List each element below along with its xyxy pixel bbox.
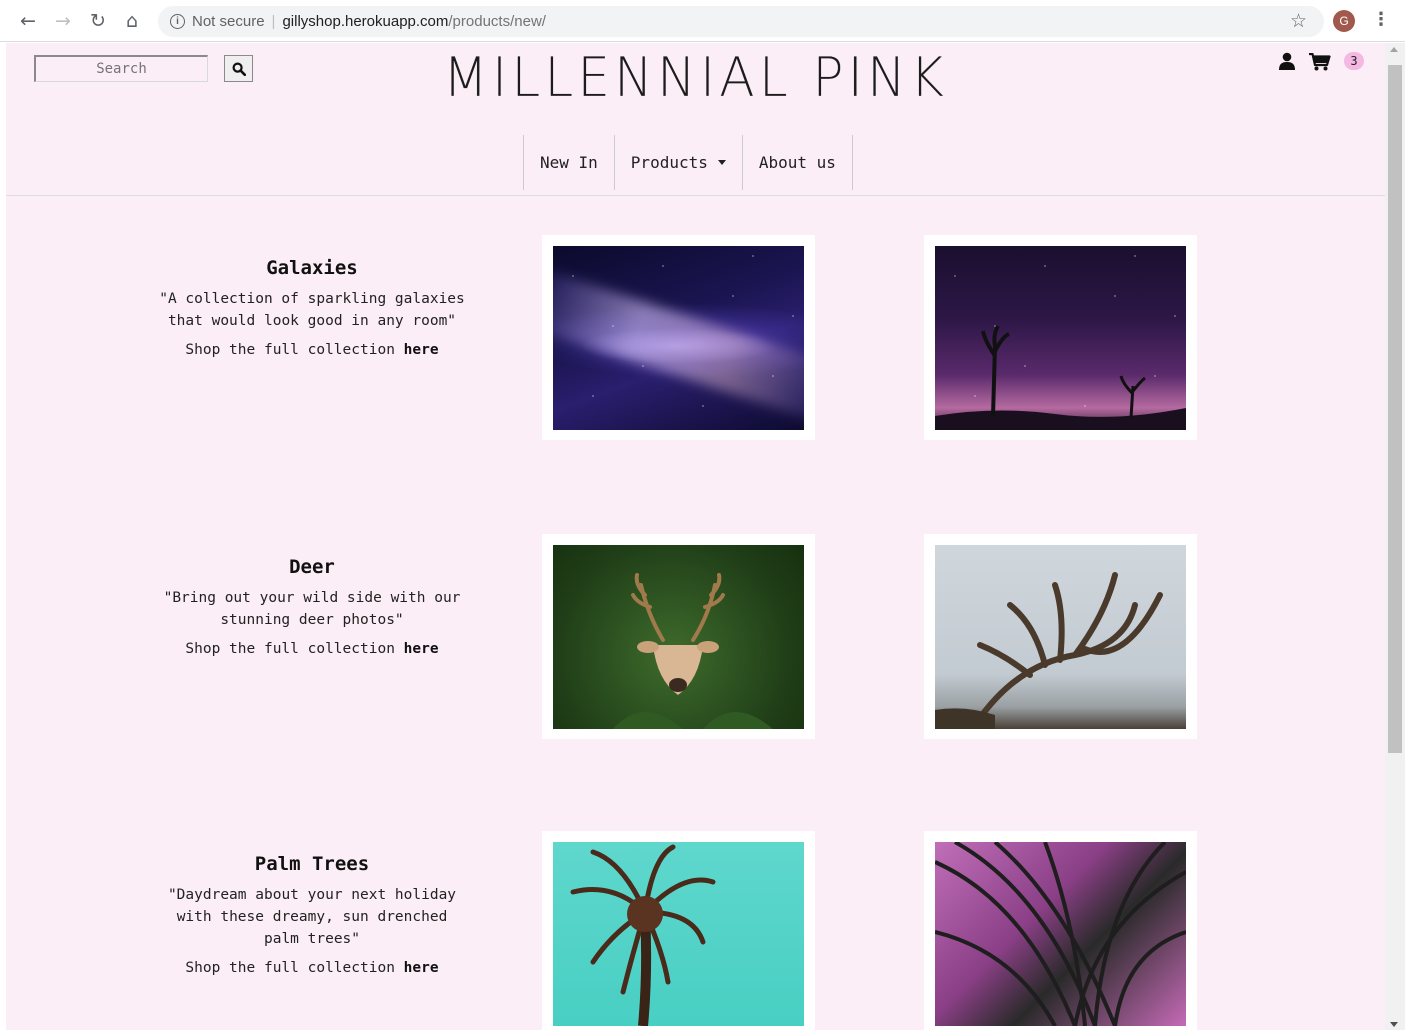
galaxy-milky-way-photo: [553, 246, 804, 430]
shopping-cart-icon[interactable]: [1309, 52, 1331, 75]
header-divider: [6, 195, 1385, 196]
shop-text: Shop the full collection: [185, 641, 395, 657]
security-label: Not secure: [192, 13, 265, 30]
collection-title: Deer: [289, 556, 335, 578]
collection-description: "Bring out your wild side with our stunn…: [163, 590, 461, 628]
product-image-frame[interactable]: [542, 831, 815, 1030]
shop-text: Shop the full collection: [185, 342, 395, 358]
omnibox-separator: |: [271, 13, 276, 30]
caret-down-icon: [717, 160, 726, 165]
menu-kebab-icon[interactable]: ⋮: [1372, 9, 1390, 30]
shop-link[interactable]: here: [404, 342, 439, 358]
url-host: gillyshop.herokuapp.com: [282, 13, 449, 30]
scroll-up-arrow-icon[interactable]: [1390, 47, 1398, 52]
galaxy-joshua-tree-photo: [935, 246, 1186, 430]
scrollbar-thumb[interactable]: [1388, 65, 1402, 753]
site-logo[interactable]: MILLENNIAL PINK: [6, 46, 1385, 109]
palm-tree-sky-photo: [553, 842, 804, 1026]
back-icon[interactable]: ←: [16, 9, 40, 33]
cart-count-badge[interactable]: 3: [1344, 52, 1364, 70]
url-path: /products/new/: [448, 13, 546, 30]
home-icon[interactable]: ⌂: [120, 9, 144, 33]
profile-avatar[interactable]: G: [1333, 10, 1355, 32]
collection-info: Deer "Bring out your wild side with our …: [156, 556, 468, 657]
collection-shop-line: Shop the full collection here: [156, 960, 468, 976]
forward-icon[interactable]: →: [51, 9, 75, 33]
product-image-frame[interactable]: [924, 831, 1197, 1030]
deer-antlers-photo: [935, 545, 1186, 729]
user-account-icon[interactable]: [1278, 52, 1296, 74]
collection-title: Galaxies: [266, 257, 358, 279]
nav-new-in-label: New In: [540, 153, 598, 172]
nav-products[interactable]: Products: [615, 135, 743, 190]
collection-description: "Daydream about your next holiday with t…: [167, 887, 457, 947]
collection-shop-line: Shop the full collection here: [156, 342, 468, 358]
shop-text: Shop the full collection: [185, 960, 395, 976]
nav-products-label: Products: [630, 153, 708, 172]
product-image-frame[interactable]: [542, 235, 815, 440]
collection-shop-line: Shop the full collection here: [156, 641, 468, 657]
address-bar[interactable]: i Not secure | gillyshop.herokuapp.com/p…: [158, 6, 1324, 37]
reload-icon[interactable]: ↻: [86, 9, 110, 33]
collection-info: Palm Trees "Daydream about your next hol…: [156, 853, 468, 976]
main-navigation: New In Products About us: [523, 135, 853, 190]
browser-toolbar: ← → ↻ ⌂ i Not secure | gillyshop.herokua…: [0, 0, 1405, 42]
shop-link[interactable]: here: [404, 960, 439, 976]
deer-in-ferns-photo: [553, 545, 804, 729]
nav-new-in[interactable]: New In: [524, 135, 615, 190]
collection-description: "A collection of sparkling galaxies that…: [159, 291, 465, 329]
shop-link[interactable]: here: [404, 641, 439, 657]
collection-info: Galaxies "A collection of sparkling gala…: [156, 257, 468, 358]
bookmark-star-icon[interactable]: ☆: [1290, 10, 1307, 32]
collection-title: Palm Trees: [254, 853, 370, 875]
nav-about-us-label: About us: [758, 153, 836, 172]
product-image-frame[interactable]: [924, 534, 1197, 739]
product-image-frame[interactable]: [542, 534, 815, 739]
product-image-frame[interactable]: [924, 235, 1197, 440]
palm-fronds-pink-photo: [935, 842, 1186, 1026]
vertical-scrollbar[interactable]: [1385, 43, 1405, 1030]
scroll-down-arrow-icon[interactable]: [1390, 1022, 1398, 1027]
info-icon[interactable]: i: [170, 14, 185, 29]
page-content: MILLENNIAL PINK 3 New In Products About …: [6, 43, 1385, 1030]
nav-about-us[interactable]: About us: [743, 135, 853, 190]
